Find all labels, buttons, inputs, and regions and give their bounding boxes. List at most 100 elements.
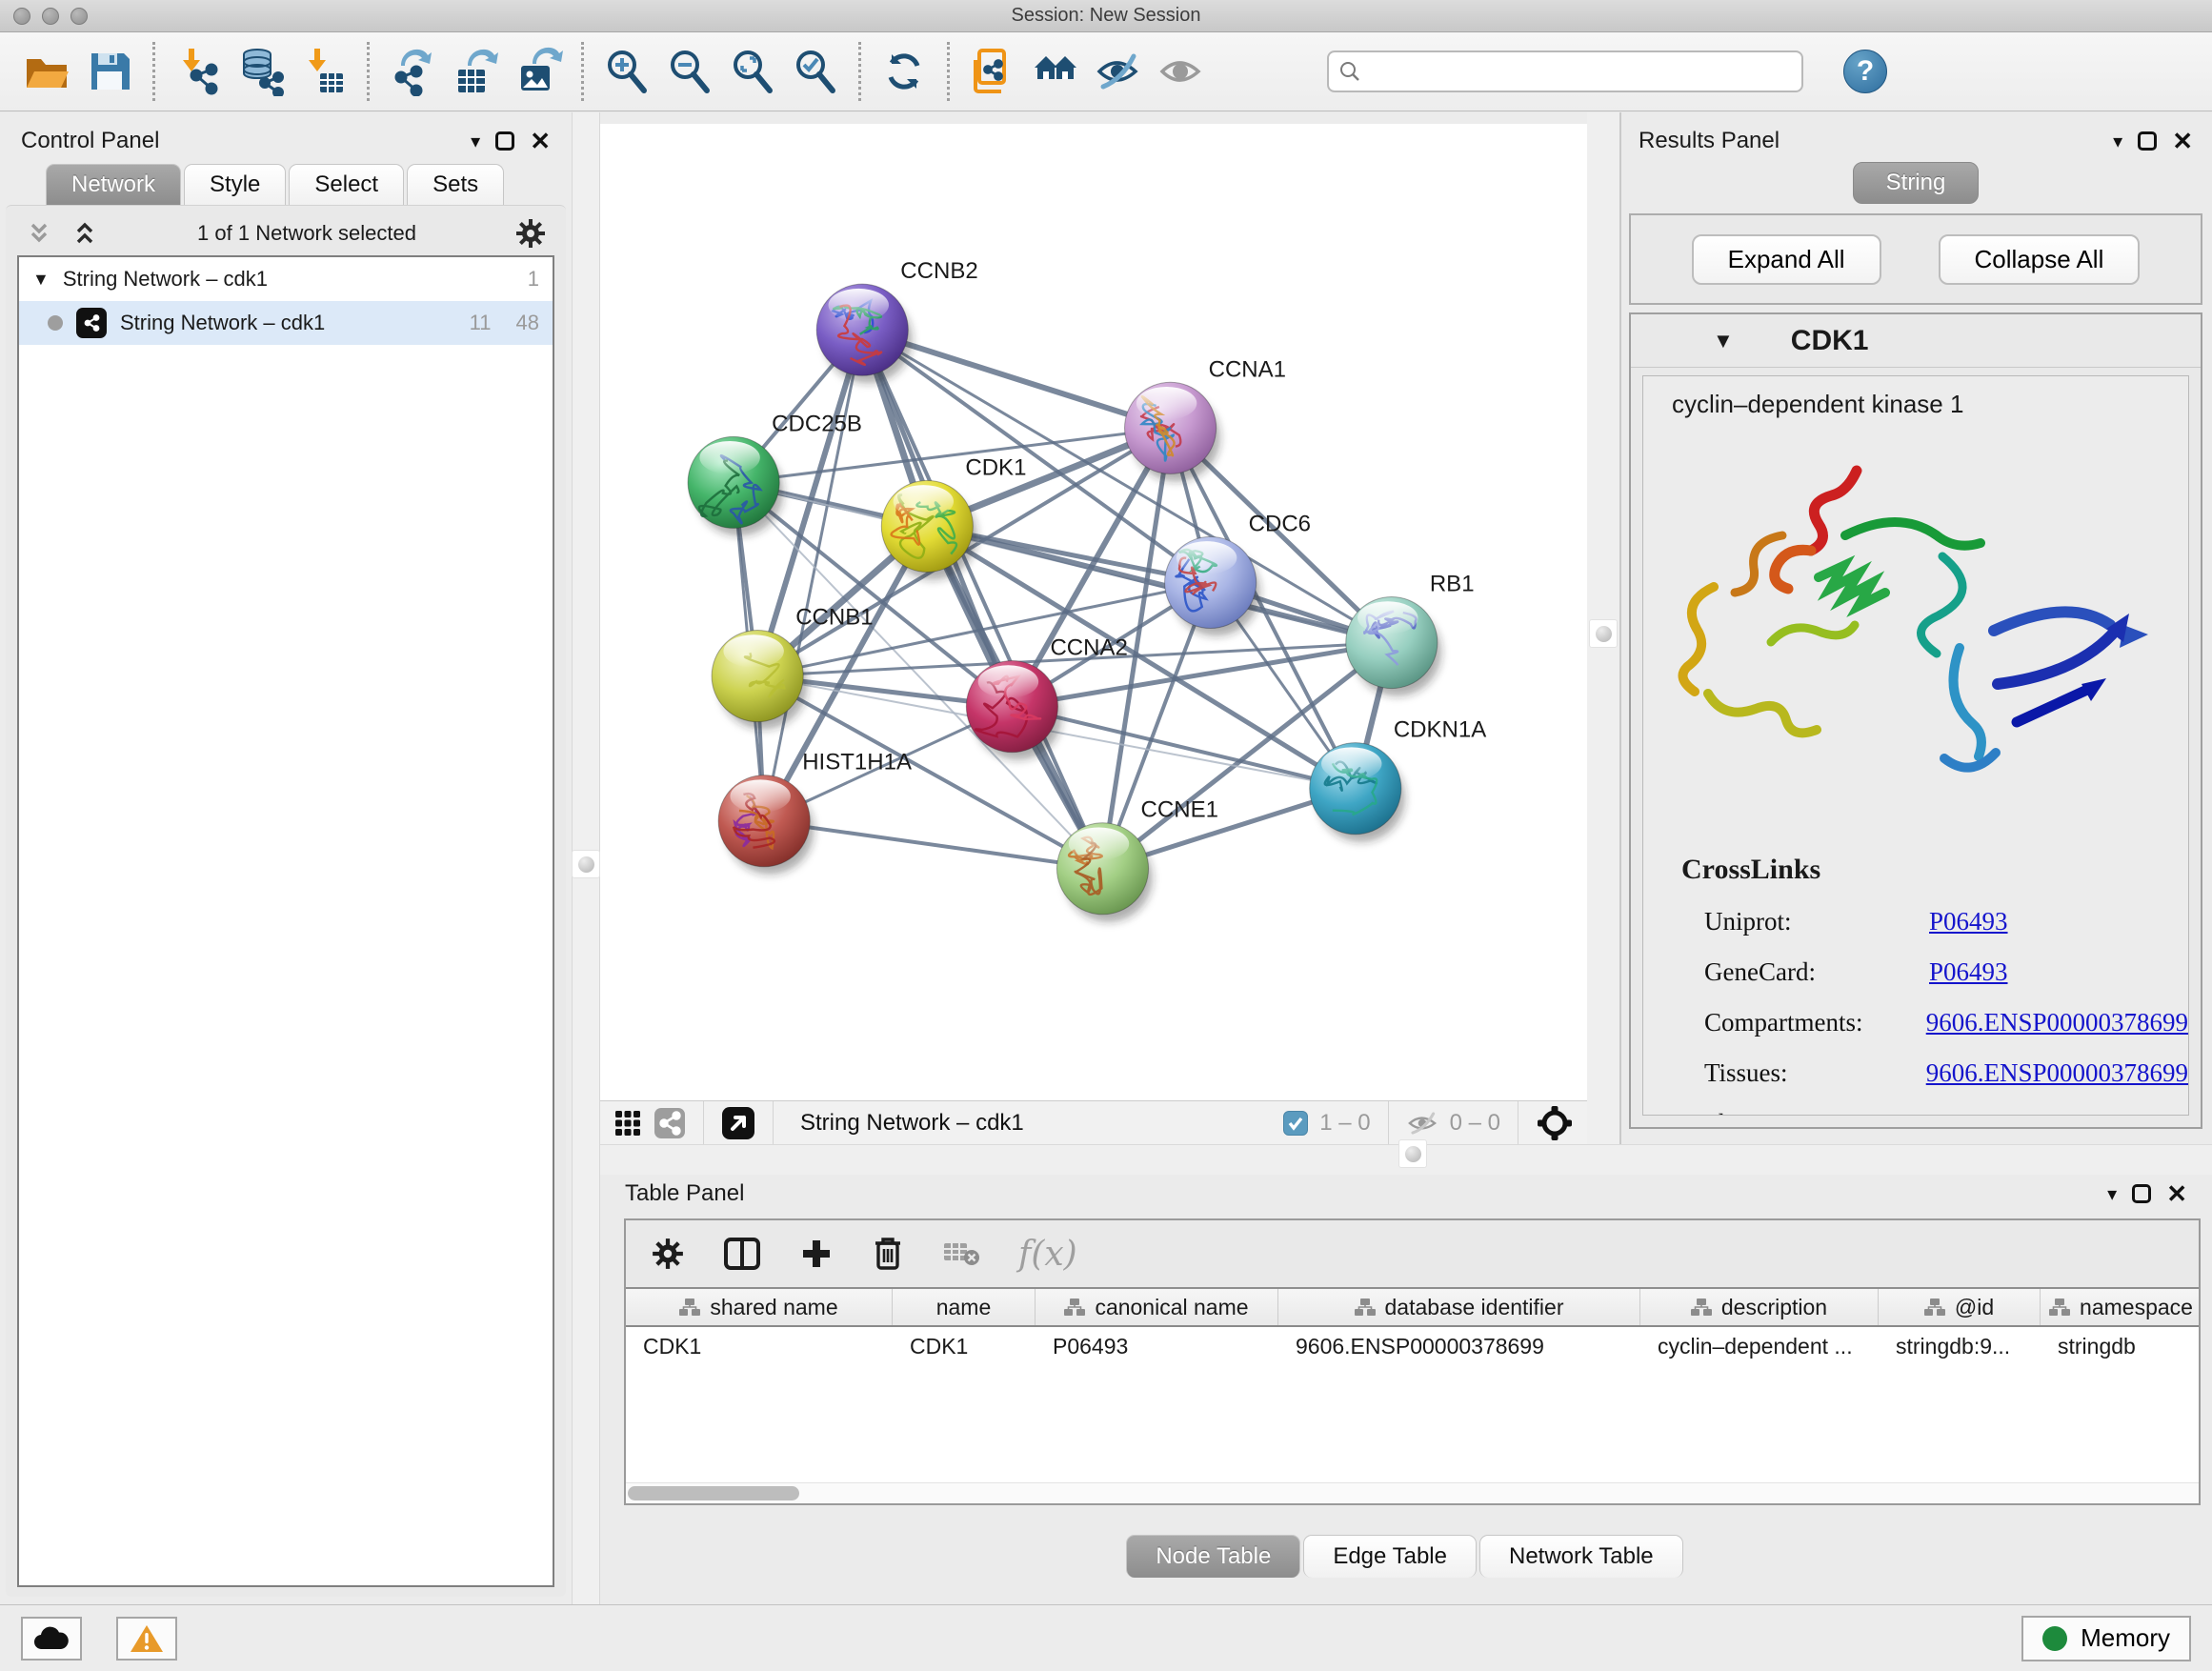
table-cell[interactable]: P06493: [1036, 1334, 1278, 1359]
help-button[interactable]: ?: [1843, 50, 1887, 93]
disclosure-triangle-icon[interactable]: ▼: [1713, 329, 1734, 353]
column-header-namespace[interactable]: namespace: [2041, 1289, 2199, 1325]
panel-float-icon[interactable]: [495, 131, 514, 151]
save-session-button[interactable]: [78, 40, 141, 103]
collapse-all-button[interactable]: Collapse All: [1939, 234, 2141, 285]
results-panel-splitter[interactable]: [1587, 112, 1619, 1144]
zoom-selected-button[interactable]: [784, 40, 847, 103]
refresh-view-button[interactable]: [873, 40, 935, 103]
show-all-button[interactable]: [1150, 40, 1213, 103]
table-cell[interactable]: stringdb:9...: [1879, 1334, 2041, 1359]
splitter-handle[interactable]: [1589, 619, 1618, 648]
network-node[interactable]: [1310, 743, 1401, 835]
horizontal-scrollbar[interactable]: [626, 1482, 2199, 1503]
tab-network-table[interactable]: Network Table: [1479, 1535, 1683, 1578]
open-session-button[interactable]: [15, 40, 78, 103]
tab-sets[interactable]: Sets: [407, 164, 504, 205]
scrollbar-thumb[interactable]: [628, 1486, 799, 1500]
crosslink-link[interactable]: P06493: [1929, 907, 2008, 936]
network-node[interactable]: [1056, 823, 1148, 915]
panel-float-icon[interactable]: [2132, 1184, 2151, 1203]
network-edge[interactable]: [764, 821, 1102, 869]
crosslink-link[interactable]: 9606.ENSP00000378699: [1926, 1058, 2188, 1088]
splitter-handle[interactable]: [572, 850, 600, 878]
browse-web-button[interactable]: [1024, 40, 1087, 103]
network-mode-button[interactable]: [654, 1107, 686, 1139]
tab-network[interactable]: Network: [46, 164, 181, 205]
column-header-database-identifier[interactable]: database identifier: [1278, 1289, 1640, 1325]
table-cell[interactable]: CDK1: [626, 1334, 893, 1359]
export-table-button[interactable]: [444, 40, 507, 103]
table-row[interactable]: CDK1CDK1P064939606.ENSP00000378699cyclin…: [626, 1327, 2199, 1365]
network-edge[interactable]: [862, 330, 1102, 869]
column-header-description[interactable]: description: [1640, 1289, 1879, 1325]
expand-all-networks-icon[interactable]: [25, 219, 53, 248]
network-node[interactable]: [816, 284, 908, 375]
network-node[interactable]: [1125, 382, 1217, 473]
crosslink-link[interactable]: 9606.ENSP00000378699: [1926, 1008, 2188, 1037]
network-node[interactable]: [881, 480, 973, 572]
tab-node-table[interactable]: Node Table: [1126, 1535, 1300, 1578]
tab-edge-table[interactable]: Edge Table: [1303, 1535, 1477, 1578]
fit-content-button[interactable]: [721, 40, 784, 103]
column-header-shared-name[interactable]: shared name: [626, 1289, 893, 1325]
create-column-icon[interactable]: [799, 1237, 834, 1271]
center-view-button[interactable]: [1536, 1104, 1574, 1142]
import-network-file-button[interactable]: [167, 40, 230, 103]
splitter-handle[interactable]: [1398, 1139, 1427, 1168]
table-cell[interactable]: 9606.ENSP00000378699: [1278, 1334, 1640, 1359]
panel-float-icon[interactable]: [2138, 131, 2157, 151]
hide-selected-button[interactable]: [1087, 40, 1150, 103]
tab-style[interactable]: Style: [184, 164, 286, 205]
table-cell[interactable]: stringdb: [2041, 1334, 2199, 1359]
table-options-gear-icon[interactable]: [651, 1237, 685, 1271]
network-edge[interactable]: [1012, 707, 1355, 789]
panel-collapse-icon[interactable]: ▾: [2113, 130, 2122, 153]
disclosure-triangle-icon[interactable]: ▼: [32, 270, 50, 290]
zoom-in-button[interactable]: [595, 40, 658, 103]
control-panel-splitter[interactable]: [572, 112, 600, 1604]
memory-button[interactable]: Memory: [2021, 1616, 2191, 1661]
network-node[interactable]: [966, 661, 1057, 753]
export-network-button[interactable]: [381, 40, 444, 103]
table-panel-splitter[interactable]: [600, 1144, 2212, 1175]
import-network-database-button[interactable]: [230, 40, 292, 103]
table-cell[interactable]: CDK1: [893, 1334, 1036, 1359]
cloud-button[interactable]: [21, 1617, 82, 1661]
zoom-out-button[interactable]: [658, 40, 721, 103]
column-header--id[interactable]: @id: [1879, 1289, 2041, 1325]
panel-collapse-icon[interactable]: ▾: [471, 130, 480, 153]
panel-collapse-icon[interactable]: ▾: [2107, 1182, 2117, 1206]
crosslink-link[interactable]: P06493: [1929, 1109, 2008, 1116]
network-node[interactable]: [688, 436, 779, 528]
grid-mode-button[interactable]: [613, 1109, 642, 1137]
panel-close-icon[interactable]: ✕: [2172, 129, 2193, 153]
expand-all-button[interactable]: Expand All: [1692, 234, 1881, 285]
crosslink-link[interactable]: P06493: [1929, 957, 2008, 987]
panel-close-icon[interactable]: ✕: [2166, 1181, 2187, 1206]
export-image-button[interactable]: [507, 40, 570, 103]
panel-close-icon[interactable]: ✕: [530, 129, 551, 153]
network-options-gear-icon[interactable]: [514, 217, 547, 250]
search-input[interactable]: [1369, 59, 1792, 84]
import-table-button[interactable]: [292, 40, 355, 103]
column-header-canonical-name[interactable]: canonical name: [1036, 1289, 1278, 1325]
tab-select[interactable]: Select: [289, 164, 404, 205]
network-node[interactable]: [712, 631, 803, 722]
column-header-name[interactable]: name: [893, 1289, 1036, 1325]
show-columns-icon[interactable]: [723, 1237, 761, 1271]
network-row-selected[interactable]: String Network – cdk1 11 48: [19, 301, 553, 345]
warning-button[interactable]: [116, 1617, 177, 1661]
table-cell[interactable]: cyclin–dependent ...: [1640, 1334, 1879, 1359]
tab-string[interactable]: String: [1853, 162, 1980, 204]
gene-header[interactable]: ▼ CDK1: [1631, 314, 2201, 368]
birdseye-view-button[interactable]: [721, 1106, 755, 1140]
network-node[interactable]: [1165, 536, 1257, 628]
selected-checkbox[interactable]: [1283, 1111, 1308, 1136]
new-network-from-selection-button[interactable]: [961, 40, 1024, 103]
collapse-all-networks-icon[interactable]: [70, 219, 99, 248]
network-node[interactable]: [718, 775, 810, 867]
network-collection-row[interactable]: ▼ String Network – cdk1 1: [19, 257, 553, 301]
network-node[interactable]: [1346, 596, 1438, 688]
delete-column-icon[interactable]: [872, 1236, 904, 1272]
